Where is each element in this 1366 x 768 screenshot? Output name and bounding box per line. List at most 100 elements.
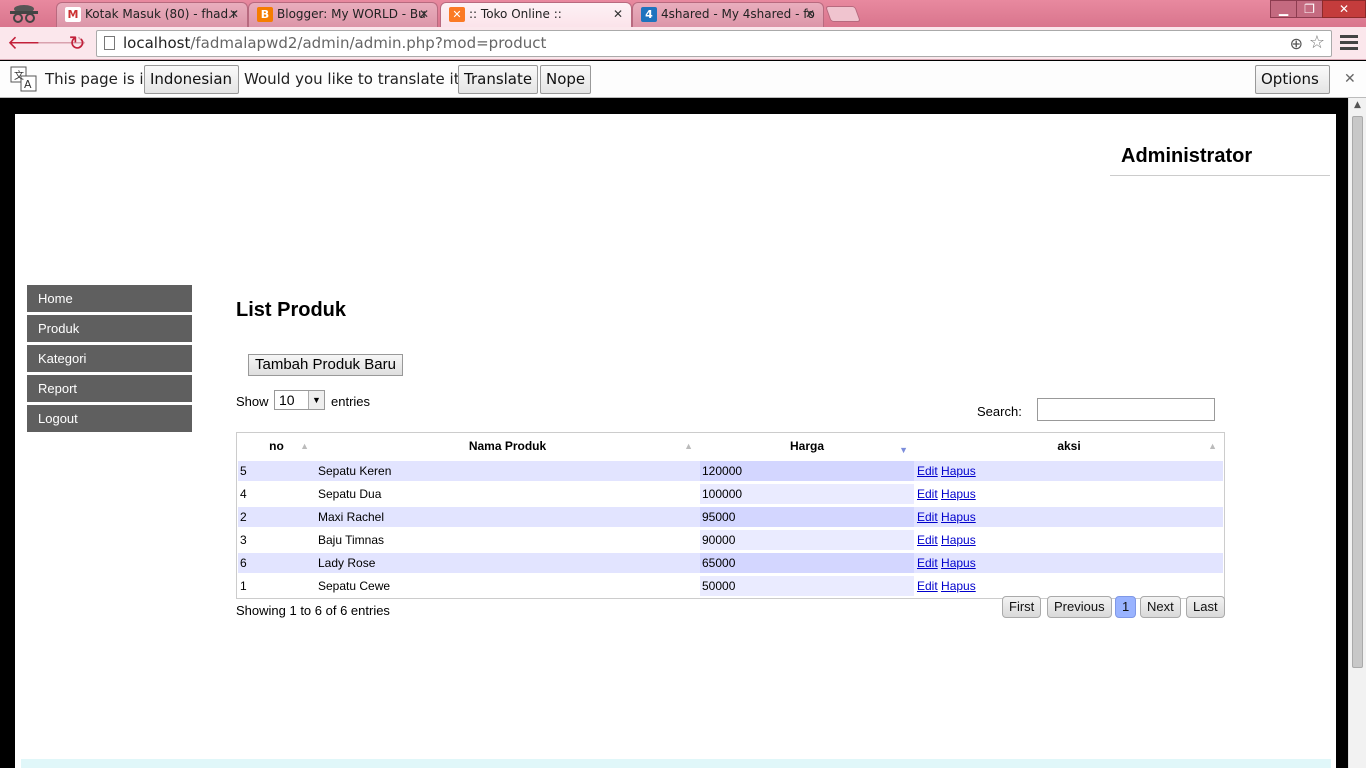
column-label: Harga (789, 439, 824, 453)
tab-4shared[interactable]: 4 4shared - My 4shared - fo ✕ (632, 2, 824, 27)
translate-button[interactable]: Translate (458, 65, 539, 94)
column-label: no (269, 439, 284, 453)
scrollbar-thumb[interactable] (1352, 116, 1363, 668)
entries-label: entries (331, 394, 371, 409)
column-header-no[interactable]: no ▲ (238, 433, 315, 459)
edit-link[interactable]: Edit (917, 579, 938, 593)
tab-title: Kotak Masuk (80) - fhad.r (85, 7, 237, 21)
svg-text:文: 文 (14, 69, 24, 82)
search-label: Search: (977, 404, 1022, 419)
pagination-last-button[interactable]: Last (1186, 596, 1225, 618)
show-label: Show (236, 394, 269, 409)
delete-link[interactable]: Hapus (941, 510, 976, 524)
sidebar-item-logout[interactable]: Logout (27, 405, 192, 432)
cell-aksi: Edit Hapus (915, 461, 1223, 481)
address-bar[interactable]: localhost/fadmalapwd2/admin/admin.php?mo… (96, 30, 1332, 57)
minimize-button[interactable]: ▁ (1270, 0, 1297, 18)
edit-link[interactable]: Edit (917, 556, 938, 570)
edit-link[interactable]: Edit (917, 464, 938, 478)
chevron-down-icon: ▼ (308, 391, 324, 409)
url-text: localhost/fadmalapwd2/admin/admin.php?mo… (123, 34, 547, 52)
delete-link[interactable]: Hapus (941, 533, 976, 547)
admin-title: Administrator (1121, 145, 1253, 167)
tab-blogger[interactable]: B Blogger: My WORLD - Bu ✕ (248, 2, 438, 27)
maximize-button[interactable]: ❐ (1296, 0, 1323, 18)
4shared-icon: 4 (641, 7, 657, 22)
cell-aksi: Edit Hapus (915, 507, 1223, 527)
add-product-button[interactable]: Tambah Produk Baru (248, 354, 403, 376)
tab-gmail[interactable]: M Kotak Masuk (80) - fhad.r ✕ (56, 2, 248, 27)
cell-no: 3 (240, 533, 247, 547)
table-row: 2 Maxi Rachel 95000 Edit Hapus (238, 507, 1223, 527)
options-label: Options (1261, 70, 1319, 88)
svg-text:A: A (24, 78, 32, 91)
scroll-up-icon[interactable]: ▲ (1349, 100, 1366, 110)
table-row: 5 Sepatu Keren 120000 Edit Hapus (238, 461, 1223, 481)
close-infobar-icon[interactable]: ✕ (1344, 61, 1356, 98)
column-header-nama-produk[interactable]: Nama Produk ▲ (316, 433, 699, 459)
search-input[interactable] (1037, 398, 1215, 421)
bookmark-star-icon[interactable]: ☆ (1309, 32, 1325, 53)
tab-title: 4shared - My 4shared - fo (661, 7, 815, 21)
cell-nama: Sepatu Cewe (318, 579, 391, 593)
new-tab-button[interactable] (825, 6, 861, 22)
close-icon[interactable]: ✕ (419, 3, 429, 25)
cell-nama: Lady Rose (318, 556, 376, 570)
forward-arrow-icon[interactable]: 🡒 (36, 31, 87, 55)
column-label: Nama Produk (468, 439, 547, 453)
back-arrow-icon[interactable]: 🡐 (7, 31, 58, 55)
cell-no: 5 (240, 464, 247, 478)
tab-toko-online[interactable]: ✕ :: Toko Online :: ✕ (440, 2, 632, 27)
reload-icon[interactable]: ↻ (65, 31, 89, 55)
nope-button[interactable]: Nope (540, 65, 592, 94)
table-row: 1 Sepatu Cewe 50000 Edit Hapus (238, 576, 1223, 596)
sidebar-item-produk[interactable]: Produk (27, 315, 192, 342)
delete-link[interactable]: Hapus (941, 579, 976, 593)
delete-link[interactable]: Hapus (941, 464, 976, 478)
close-icon[interactable]: ✕ (613, 3, 623, 25)
cell-harga: 100000 (700, 484, 914, 504)
table-row: 3 Baju Timnas 90000 Edit Hapus (238, 530, 1223, 550)
sidebar-item-home[interactable]: Home (27, 285, 192, 312)
cell-no: 6 (240, 556, 247, 570)
browser-toolbar: 🡐 🡒 ↻ localhost/fadmalapwd2/admin/admin.… (0, 27, 1366, 60)
sidebar-nav: Home Produk Kategori Report Logout (27, 285, 192, 435)
pagination-page-button[interactable]: 1 (1115, 596, 1137, 618)
tab-title: :: Toko Online :: (469, 7, 562, 21)
entries-value: 10 (279, 392, 295, 408)
page-icon (104, 36, 115, 50)
vertical-scrollbar[interactable]: ▲ (1348, 98, 1366, 768)
chrome-menu-icon[interactable] (1340, 32, 1358, 54)
edit-link[interactable]: Edit (917, 487, 938, 501)
options-button[interactable]: Options ▼ (1255, 65, 1330, 114)
delete-link[interactable]: Hapus (941, 556, 976, 570)
blogger-icon: B (257, 7, 273, 22)
cell-harga: 95000 (700, 507, 914, 527)
page-frame: Administrator Home Produk Kategori Repor… (0, 98, 1348, 768)
sort-desc-icon: ▼ (899, 445, 908, 455)
sidebar-item-report[interactable]: Report (27, 375, 192, 402)
xampp-icon: ✕ (449, 7, 465, 22)
edit-link[interactable]: Edit (917, 510, 938, 524)
sidebar-item-kategori[interactable]: Kategori (27, 345, 192, 372)
translate-question: Would you like to translate it? (244, 70, 468, 88)
admin-page: Administrator Home Produk Kategori Repor… (15, 114, 1336, 768)
sort-icon: ▲ (1208, 441, 1217, 451)
close-icon[interactable]: ✕ (229, 3, 239, 25)
cell-aksi: Edit Hapus (915, 576, 1223, 596)
column-header-aksi[interactable]: aksi ▲ (915, 433, 1223, 459)
entries-select[interactable]: 10 ▼ (274, 390, 325, 410)
delete-link[interactable]: Hapus (941, 487, 976, 501)
pagination-first-button[interactable]: First (1002, 596, 1042, 618)
column-header-harga[interactable]: Harga ▼ (700, 433, 914, 459)
language-select[interactable]: Indonesian ▼ (144, 65, 239, 114)
pagination-next-button[interactable]: Next (1140, 596, 1181, 618)
pagination-previous-button[interactable]: Previous (1047, 596, 1112, 618)
edit-link[interactable]: Edit (917, 533, 938, 547)
close-icon[interactable]: ✕ (805, 3, 815, 25)
table-row: 6 Lady Rose 65000 Edit Hapus (238, 553, 1223, 573)
cell-no: 2 (240, 510, 247, 524)
window-close-button[interactable]: ✕ (1322, 0, 1366, 18)
zoom-icon[interactable]: ⊕ (1290, 34, 1303, 53)
cell-no: 4 (240, 487, 247, 501)
